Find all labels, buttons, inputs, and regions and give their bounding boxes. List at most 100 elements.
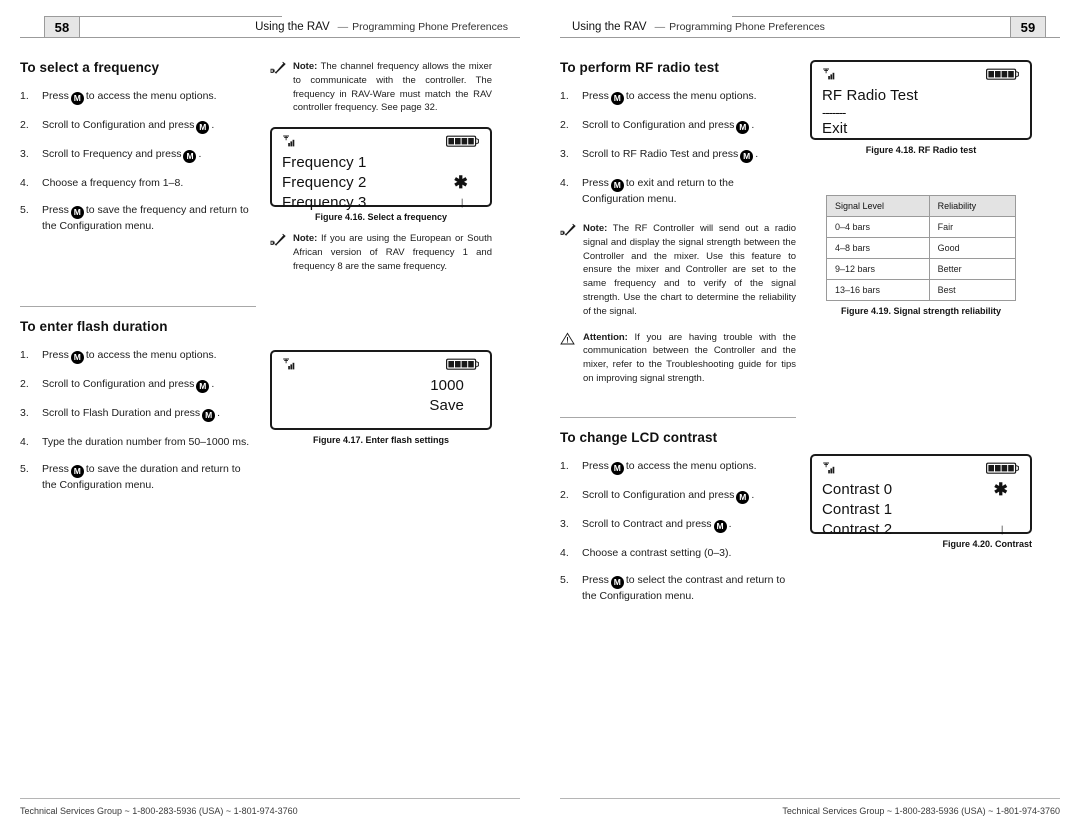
lcd-value-area: 1000 Save bbox=[282, 376, 480, 416]
step-text-pre: Choose a contrast setting (0–3). bbox=[582, 547, 732, 559]
note-hand-icon bbox=[270, 60, 286, 115]
step-item: 1. Press Mto access the menu options. bbox=[20, 348, 256, 364]
lcd-line: Save bbox=[282, 396, 480, 416]
table-cell-signal-level: 9–12 bars bbox=[826, 258, 930, 280]
section-rf-radio-test: To perform RF radio test 1. Press Mto acce… bbox=[560, 60, 1060, 398]
page-number-left: 58 bbox=[44, 16, 80, 38]
table-cell-reliability: Fair bbox=[928, 216, 1017, 238]
table-row: 13–16 bars Best bbox=[826, 279, 1017, 301]
flash-duration-text: To enter flash duration 1. Press Mto acces… bbox=[20, 306, 256, 505]
step-number: 1. bbox=[560, 90, 569, 102]
heading-flash-duration: To enter flash duration bbox=[20, 319, 168, 334]
flash-duration-sidebar: 1000 Save Figure 4.17. Enter flash setti… bbox=[270, 306, 492, 505]
rf-radio-test-sidebar: RF Radio Test ------- Exit Figure 4.18. … bbox=[810, 60, 1032, 398]
attention-rf: Attention: If you are having trouble wit… bbox=[560, 331, 796, 386]
step-text-pre: Press bbox=[42, 204, 69, 217]
menu-key-icon: M bbox=[202, 409, 216, 422]
table-cell-reliability: Good bbox=[928, 237, 1017, 259]
step-number: 2. bbox=[20, 378, 29, 390]
lcd-line-text: Frequency 1 bbox=[282, 154, 367, 172]
step-text-pre: Scroll to Configuration and press bbox=[42, 378, 195, 390]
steps-select-frequency: 1. Press Mto access the menu options. 2. Sc… bbox=[20, 89, 256, 233]
step-text-pre: Scroll to Flash Duration and press bbox=[42, 407, 201, 419]
note-rf: Note: The RF Controller will send out a … bbox=[560, 222, 796, 318]
figure-flash-lcd: 1000 Save bbox=[270, 350, 492, 430]
figure-caption-420: Figure 4.20. Contrast bbox=[942, 539, 1032, 549]
table-row: 4–8 bars Good bbox=[826, 237, 1017, 259]
lcd-line: 1000 bbox=[282, 376, 480, 396]
rf-radio-test-text: To perform RF radio test 1. Press Mto acce… bbox=[560, 60, 796, 398]
warning-triangle-icon bbox=[560, 331, 576, 386]
lcd-scroll-down-icon: ↓ bbox=[998, 521, 1006, 538]
section-lcd-contrast: To change LCD contrast 1. Press Mto access… bbox=[560, 417, 1060, 616]
note-rf-body: Note: The RF Controller will send out a … bbox=[583, 222, 796, 318]
select-frequency-text: To select a frequency 1. Press Mto access … bbox=[20, 60, 256, 285]
step-text-post: . bbox=[217, 407, 221, 419]
step-number: 4. bbox=[560, 547, 569, 559]
step-number: 2. bbox=[20, 119, 29, 131]
note-hand-icon bbox=[560, 222, 576, 318]
step-text-post: to access the menu options. bbox=[85, 349, 217, 361]
runhead-rule-lead bbox=[20, 16, 44, 38]
step-item: 2. Scroll to Configuration and press M. bbox=[20, 118, 256, 134]
steps-rf-radio-test: 1. Press Mto access the menu options. 2. Sc… bbox=[560, 89, 796, 206]
battery-full-icon bbox=[446, 135, 480, 153]
steps-flash-duration: 1. Press Mto access the menu options. 2. Sc… bbox=[20, 348, 256, 492]
note-frequency: Note: The channel frequency allows the m… bbox=[270, 60, 492, 115]
battery-full-icon bbox=[986, 462, 1020, 480]
step-number: 5. bbox=[20, 463, 29, 476]
lcd-contrast-sidebar: Contrast 0 ✱ Contrast 1 Contrast 2 ↓ Figur… bbox=[810, 417, 1032, 616]
note-european-text: If you are using the European or South A… bbox=[293, 233, 492, 272]
table-header-cell: Signal Level bbox=[826, 195, 930, 217]
step-number: 3. bbox=[560, 148, 569, 160]
step-text-post: . bbox=[751, 119, 755, 131]
step-text-pre: Press bbox=[42, 349, 69, 361]
footer-left: Technical Services Group ~ 1-800-283-593… bbox=[20, 798, 520, 816]
step-item: 4. Choose a frequency from 1–8. bbox=[20, 176, 256, 190]
step-text-pre: Scroll to Contract and press bbox=[582, 518, 712, 530]
step-text-pre: Press bbox=[582, 574, 609, 587]
menu-key-icon: M bbox=[610, 179, 624, 192]
table-cell-signal-level: 0–4 bars bbox=[826, 216, 930, 238]
step-item: 3. Scroll to Frequency and press M. bbox=[20, 147, 256, 163]
table-header-cell: Reliability bbox=[928, 195, 1017, 217]
step-item: 1. Press Mto access the menu options. bbox=[560, 89, 796, 105]
lcd-contrast-text: To change LCD contrast 1. Press Mto access… bbox=[560, 417, 796, 616]
step-item: 3. Scroll to Flash Duration and press M. bbox=[20, 406, 256, 422]
step-number: 4. bbox=[560, 177, 569, 189]
signal-bars-icon bbox=[822, 462, 837, 481]
steps-lcd-contrast: 1. Press Mto access the menu options. 2. Sc… bbox=[560, 459, 796, 603]
lcd-line: Frequency 3 ↓ bbox=[282, 193, 480, 213]
step-number: 3. bbox=[560, 518, 569, 530]
step-number: 5. bbox=[20, 204, 29, 217]
menu-key-icon: M bbox=[736, 121, 750, 134]
lcd-menu-list: Frequency 1 Frequency 2 ✱ Frequency 3 ↓ bbox=[282, 153, 480, 213]
step-text-post: . bbox=[198, 148, 202, 160]
runhead-rule-tail bbox=[1046, 16, 1060, 38]
lcd-line: Frequency 1 bbox=[282, 153, 480, 173]
note-rf-text: The RF Controller will send out a radio … bbox=[583, 223, 797, 317]
page-spread: 58 Using the RAV — Programming Phone Pre… bbox=[0, 0, 1080, 834]
figure-caption-419: Figure 4.19. Signal strength reliability bbox=[840, 306, 1002, 316]
runhead-subtitle-left: Programming Phone Preferences bbox=[352, 20, 508, 33]
lcd-status-bar bbox=[282, 358, 480, 374]
battery-full-icon bbox=[986, 68, 1020, 86]
lcd-selected-marker: ✱ bbox=[453, 173, 468, 193]
select-frequency-sidebar: Note: The channel frequency allows the m… bbox=[270, 60, 492, 285]
lcd-status-bar bbox=[822, 462, 1020, 478]
signal-bars-icon bbox=[282, 135, 297, 154]
menu-key-icon: M bbox=[610, 576, 624, 590]
step-text-pre: Scroll to Frequency and press bbox=[42, 148, 182, 160]
attention-rf-label: Attention: bbox=[583, 331, 628, 343]
step-number: 1. bbox=[560, 460, 569, 472]
step-item: 1. Press Mto access the menu options. bbox=[560, 459, 796, 475]
lcd-save-label: Save bbox=[429, 397, 464, 414]
lcd-line-text: Frequency 2 bbox=[282, 174, 367, 192]
step-text-pre: Scroll to Configuration and press bbox=[582, 489, 735, 501]
lcd-menu-list: RF Radio Test ------- Exit bbox=[822, 86, 1020, 139]
lcd-line-text: Contrast 2 bbox=[822, 521, 893, 538]
menu-key-icon: M bbox=[610, 462, 624, 475]
table-cell-signal-level: 13–16 bars bbox=[826, 279, 930, 301]
note-rf-label: Note: bbox=[583, 223, 608, 235]
menu-key-icon: M bbox=[196, 380, 210, 393]
